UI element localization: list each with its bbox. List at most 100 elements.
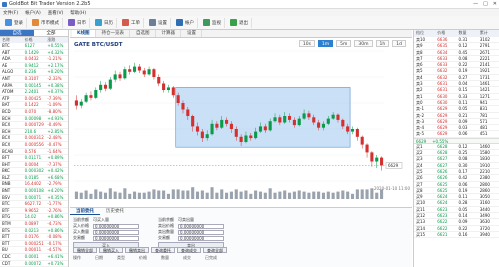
watchlist-row[interactable]: BTM 0.0897 -4.73% (0, 221, 68, 228)
quick-button-2[interactable]: 撤销卖出 (125, 247, 149, 253)
watchlist-row[interactable]: BTF 9.9652 -2.76% (0, 208, 68, 215)
timeframe-30m[interactable]: 30m (354, 40, 373, 47)
watchlist-row[interactable]: BAT 0.1422 -1.09% (0, 102, 68, 109)
watchlist-row[interactable]: BFT 0.01171 +0.89% (0, 155, 68, 162)
watchlist-row[interactable]: BNB 16.4402 -2.79% (0, 181, 68, 189)
watchlist-row[interactable]: ARPA 0.00145 +0.38% (0, 83, 68, 90)
toolbar-button-3[interactable]: 日历 (92, 17, 117, 28)
watch-change: -1.09% (47, 102, 62, 108)
kline-chart[interactable]: 6629 GATE BTC/USDT 10s 1m 5m 30m 1h 1d 2020-0… (70, 39, 412, 207)
toolbar-button-2[interactable]: 日币 (65, 17, 90, 28)
tab-favorites[interactable]: 自选 (0, 30, 34, 36)
watch-price: 0.00011 (24, 247, 42, 253)
toolbar-button-0[interactable]: 登录 (2, 17, 27, 28)
sell-amount-input[interactable]: 0.00000000 (178, 229, 224, 235)
volume-bar (142, 192, 146, 199)
toolbar-button-4[interactable]: 工单 (119, 17, 144, 28)
maximize-icon[interactable]: □ (483, 1, 488, 7)
watchlist-row[interactable]: ATOM 2.2401 +0.37% (0, 89, 68, 96)
bids-cell: 6624 (437, 200, 448, 206)
watchlist-row[interactable]: BCD 0.070 -8.80% (0, 109, 68, 116)
watchlist-row[interactable]: BCH 210.6 +2.85% (0, 129, 68, 136)
main-tab-3[interactable]: 计算器 (157, 30, 181, 37)
watchlist-row[interactable]: BTT 0.0176 -0.08% (0, 234, 68, 241)
watchlist-row[interactable]: ATP 0.00425 -7.39% (0, 96, 68, 103)
watchlist-row[interactable]: ABT 0.1429 +4.32% (0, 50, 68, 57)
bids-cell: 3720 (479, 225, 490, 231)
watch-symbol: ATOM (2, 89, 14, 95)
watch-price: 0.00071 (24, 194, 42, 200)
menu-account[interactable]: 帐户(A) (25, 10, 41, 16)
timeframe-1d[interactable]: 1d (392, 40, 406, 47)
watchlist-row[interactable]: BU 0.00011 -4.57% (0, 247, 68, 254)
bids-cell: 3490 (479, 213, 490, 219)
watch-symbol: BU (2, 247, 8, 253)
watchlist-row[interactable]: ANT 0.3107 -2.33% (0, 76, 68, 83)
menu-bar: 文件(F) 帐户(A) 查看(V) 帮助(H) (0, 9, 499, 16)
watchlist-row[interactable]: BHT 0.0004 -7.37% (0, 162, 68, 169)
sell-price-input[interactable]: 0.00000000 (178, 223, 224, 229)
main-tab-1[interactable]: 持仓一览表 (97, 30, 130, 37)
toolbar-button-6[interactable]: 帐户 (173, 17, 198, 28)
toolbar-button-7[interactable]: 监视 (200, 17, 225, 28)
buy-price-input[interactable]: 0.00000000 (93, 223, 139, 229)
buy-total-input[interactable]: 0.00000000 (93, 235, 139, 241)
candle-body (307, 113, 311, 118)
watchlist-row[interactable]: BTS 0.0213 +0.86% (0, 228, 68, 235)
volume-bar (307, 192, 311, 199)
watchlist-row[interactable]: ADA 0.0432 -1.21% (0, 56, 68, 63)
watchlist-row[interactable]: BSV 0.00071 +0.35% (0, 195, 68, 202)
watchlist-row[interactable]: BCX 0.000729 -0.49% (0, 122, 68, 129)
tab-current-orders[interactable]: 当前委托 (70, 208, 100, 215)
menu-file[interactable]: 文件(F) (3, 10, 18, 16)
toolbar-button-5[interactable]: 设置 (146, 17, 171, 28)
watchlist-row[interactable]: BTC 6627.72 -1.77% (0, 201, 68, 208)
chart-canvas[interactable]: 6629 (70, 39, 412, 207)
buy-amount-input[interactable]: 0.00000000 (93, 229, 139, 235)
watchlist-row[interactable]: BLZ 0.0185 +6.68% (0, 175, 68, 182)
watchlist-row[interactable]: CDT 0.00072 +0.73% (0, 261, 68, 267)
watchlist-row[interactable]: BTG 14.02 +0.86% (0, 214, 68, 222)
watchlist-row[interactable]: BTC 6127 +0.55% (0, 43, 68, 50)
toolbar-button-1[interactable]: 币币模式 (29, 17, 63, 28)
menu-help[interactable]: 帮助(H) (70, 10, 86, 16)
watchlist-row[interactable]: AE 0.9412 +2.17% (0, 63, 68, 70)
watchlist-row[interactable]: BCH 0.00098 +4.93% (0, 116, 68, 123)
timeframe-1h[interactable]: 1h (375, 40, 390, 47)
toolbar-button-8[interactable]: 退出 (227, 17, 252, 28)
main-tab-2[interactable]: 自选图 (131, 30, 156, 37)
quick-button-5[interactable]: 查询全部 (203, 247, 227, 253)
watchlist-row[interactable]: BKC 0.000302 +0.42% (0, 168, 68, 175)
quick-button-3[interactable]: 查询委托 (151, 247, 175, 253)
quick-button-0[interactable]: 撤销全部 (73, 247, 97, 253)
volume-bar (346, 191, 350, 199)
main-tab-4[interactable]: 设置 (182, 30, 202, 37)
toolbar-label: 帐户 (185, 20, 194, 26)
close-icon[interactable]: ✕ (493, 1, 497, 7)
main-tab-0[interactable]: K线图 (72, 30, 96, 37)
watch-price: 0.1429 (24, 49, 39, 55)
bids-cell: 买4 (416, 162, 423, 168)
quick-button-1[interactable]: 撤销买入 (99, 247, 123, 253)
watchlist-row[interactable]: BTT 0.000251 -0.17% (0, 241, 68, 248)
bids-row[interactable]: 买15 6621 0.16 3940 (414, 232, 499, 239)
minimize-icon[interactable]: — (473, 1, 478, 7)
timeframe-10s[interactable]: 10s (298, 40, 315, 47)
watch-symbol: BTC (2, 201, 10, 207)
mid-price: 6629 (416, 138, 427, 144)
menu-view[interactable]: 查看(V) (48, 10, 64, 16)
timeframe-5m[interactable]: 5m (336, 40, 352, 47)
timeframe-1m[interactable]: 1m (317, 40, 334, 47)
watchlist-row[interactable]: ALGO 0.236 +0.20% (0, 69, 68, 76)
watchlist-row[interactable]: BNT 0.000108 +4.20% (0, 188, 68, 195)
watchlist-row[interactable]: BCX 0.000312 -2.48% (0, 135, 68, 142)
watchlist-row[interactable]: BCAB 0.576 -1.64% (0, 149, 68, 156)
sell-total-input[interactable]: 0.00000000 (178, 235, 224, 241)
tab-all[interactable]: 全部 (34, 30, 68, 36)
watch-change: +2.85% (47, 128, 64, 134)
watchlist-row[interactable]: BCX 0.000556 -0.47% (0, 142, 68, 149)
tab-history-orders[interactable]: 历史委托 (100, 208, 130, 215)
quick-button-4[interactable]: 查询成交 (177, 247, 201, 253)
watchlist-row[interactable]: CDC 0.0001 +6.41% (0, 254, 68, 261)
watch-symbol: BTG (2, 214, 11, 220)
